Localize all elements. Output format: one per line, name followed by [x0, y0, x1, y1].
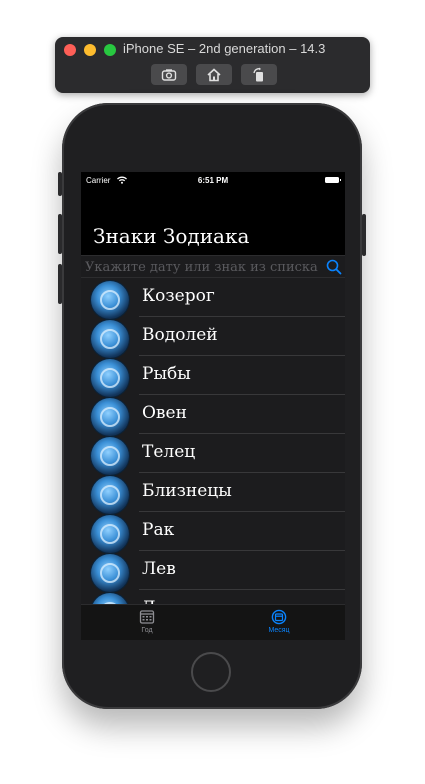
zodiac-label: Лев [142, 559, 176, 579]
tab-year[interactable]: Год [81, 609, 213, 639]
zodiac-label: Рак [142, 520, 175, 540]
page-title: Знаки Зодиака [93, 224, 250, 248]
pisces-icon [91, 359, 129, 397]
close-window-button[interactable] [64, 44, 76, 56]
virgo-icon [91, 593, 129, 604]
tab-month[interactable]: Месяц [213, 609, 345, 639]
aquarius-icon [91, 320, 129, 358]
battery-icon [325, 177, 341, 183]
minimize-window-button[interactable] [84, 44, 96, 56]
volume-down-button [58, 264, 62, 304]
leo-icon [91, 554, 129, 592]
zodiac-list-item[interactable]: Рыбы [81, 356, 345, 397]
zoom-window-button[interactable] [104, 44, 116, 56]
app-screen: Carrier 6:51 PM Знаки Зодиака Козерог Вод… [81, 172, 345, 640]
capricorn-icon [91, 281, 129, 319]
zodiac-label: Близнецы [142, 481, 232, 501]
zodiac-label: Водолей [142, 325, 218, 345]
simulator-title: iPhone SE – 2nd generation – 14.3 [123, 41, 326, 56]
gemini-icon [91, 476, 129, 514]
device-home-button[interactable] [191, 652, 231, 692]
zodiac-list-item[interactable]: Водолей [81, 317, 345, 358]
power-button [362, 214, 366, 256]
mute-switch [58, 172, 62, 196]
calendar-grid-icon [139, 610, 155, 624]
status-time: 6:51 PM [197, 176, 229, 185]
rotate-button[interactable] [241, 64, 277, 85]
zodiac-list-item[interactable]: Дева [81, 590, 345, 604]
home-icon [207, 67, 221, 81]
tab-month-label: Месяц [268, 627, 290, 634]
simulator-toolbar: iPhone SE – 2nd generation – 14.3 [55, 37, 370, 93]
aries-icon [91, 398, 129, 436]
rotate-icon [253, 67, 263, 81]
zodiac-list-item[interactable]: Овен [81, 395, 345, 436]
search-input[interactable] [85, 258, 321, 276]
zodiac-list-item[interactable]: Близнецы [81, 473, 345, 514]
zodiac-label: Телец [142, 442, 196, 462]
tab-year-label: Год [141, 627, 153, 634]
search-icon[interactable] [326, 259, 342, 275]
home-button[interactable] [196, 64, 232, 85]
zodiac-list-item[interactable]: Рак [81, 512, 345, 553]
zodiac-list-item[interactable]: Лев [81, 551, 345, 592]
calendar-circle-icon [271, 609, 287, 625]
screenshot-icon [161, 68, 177, 81]
zodiac-label: Рыбы [142, 364, 191, 384]
zodiac-label: Козерог [142, 286, 215, 306]
search-bar [81, 255, 345, 278]
taurus-icon [91, 437, 129, 475]
status-bar: Carrier 6:51 PM [81, 172, 345, 190]
zodiac-list-item[interactable]: Козерог [81, 278, 345, 319]
cancer-icon [91, 515, 129, 553]
zodiac-list-item[interactable]: Телец [81, 434, 345, 475]
tab-bar: Год Месяц [81, 604, 345, 640]
zodiac-label: Овен [142, 403, 187, 423]
zodiac-list: Козерог Водолей Рыбы Овен Телец Близнецы Рак Ле… [81, 278, 345, 604]
screenshot-button[interactable] [151, 64, 187, 85]
volume-up-button [58, 214, 62, 254]
